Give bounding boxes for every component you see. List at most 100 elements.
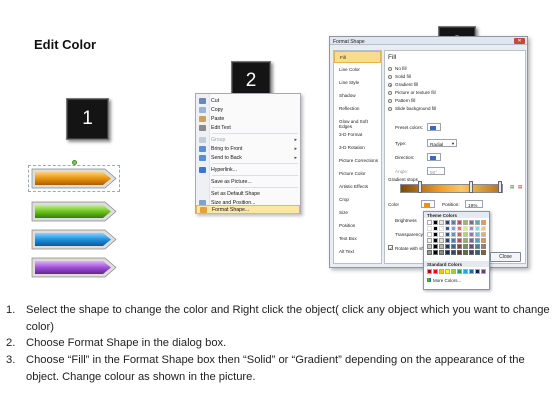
standard-color-swatch[interactable] [469,269,474,274]
arrow-shape-green[interactable] [31,201,117,222]
theme-color-swatch[interactable] [433,232,438,237]
theme-color-swatch[interactable] [439,244,444,249]
category-crop[interactable]: Crop [334,194,381,206]
theme-color-swatch[interactable] [439,220,444,225]
radio-slide-bg-fill[interactable] [388,107,392,111]
theme-color-swatch[interactable] [457,232,462,237]
category-alt-text[interactable]: Alt Text [334,246,381,258]
standard-color-swatch[interactable] [433,269,438,274]
menu-item-set-default-shape[interactable]: Set as Default Shape [196,189,300,198]
theme-color-swatch[interactable] [445,232,450,237]
theme-color-swatch[interactable] [457,238,462,243]
category-line-color[interactable]: Line Color [334,64,381,76]
standard-color-swatch[interactable] [481,269,486,274]
theme-color-swatch[interactable] [445,244,450,249]
menu-item-copy[interactable]: Copy [196,105,300,114]
theme-color-swatch[interactable] [469,232,474,237]
theme-color-swatch[interactable] [463,226,468,231]
theme-color-swatch[interactable] [475,250,480,255]
menu-item-save-as-picture[interactable]: Save as Picture... [196,177,300,186]
standard-color-swatch[interactable] [457,269,462,274]
radio-pattern-fill[interactable] [388,99,392,103]
category-3d-format[interactable]: 3-D Format [334,129,381,141]
arrow-shape-blue[interactable] [31,229,117,250]
radio-gradient-fill[interactable] [388,83,392,87]
menu-item-bring-to-front[interactable]: Bring to Front ▸ [196,144,300,153]
standard-color-swatch[interactable] [463,269,468,274]
category-picture-corrections[interactable]: Picture Corrections [334,155,381,167]
theme-color-swatch[interactable] [439,226,444,231]
radio-no-fill[interactable] [388,67,392,71]
theme-color-swatch[interactable] [481,220,486,225]
theme-color-swatch[interactable] [463,244,468,249]
theme-color-swatch[interactable] [427,250,432,255]
arrow-shape-purple[interactable] [31,257,117,278]
theme-color-swatch[interactable] [433,220,438,225]
theme-color-swatch[interactable] [457,220,462,225]
close-icon[interactable]: ✕ [514,38,525,44]
theme-color-swatch[interactable] [457,244,462,249]
type-dropdown[interactable]: Radial ▼ [427,139,457,147]
theme-color-swatch[interactable] [445,238,450,243]
theme-color-swatch[interactable] [451,244,456,249]
theme-color-swatch[interactable] [439,232,444,237]
theme-color-swatch[interactable] [469,220,474,225]
theme-color-swatch[interactable] [451,226,456,231]
theme-color-swatch[interactable] [481,232,486,237]
color-picker-button[interactable] [421,200,435,208]
add-stop-icon[interactable]: ▤ [510,184,514,190]
theme-color-swatch[interactable] [433,244,438,249]
theme-color-swatch[interactable] [469,226,474,231]
menu-item-group[interactable]: Group ▸ [196,135,300,144]
theme-color-swatch[interactable] [427,232,432,237]
remove-stop-icon[interactable]: ▤ [518,184,522,190]
direction-dropdown[interactable] [427,153,441,161]
theme-color-swatch[interactable] [463,220,468,225]
theme-color-swatch[interactable] [481,250,486,255]
theme-color-swatch[interactable] [481,226,486,231]
menu-item-paste[interactable]: Paste [196,114,300,123]
theme-color-swatch[interactable] [475,244,480,249]
category-reflection[interactable]: Reflection [334,103,381,115]
category-glow[interactable]: Glow and Soft Edges [334,116,381,129]
preset-colors-dropdown[interactable] [427,123,441,131]
theme-color-swatch[interactable] [433,226,438,231]
category-artistic-effects[interactable]: Artistic Effects [334,181,381,193]
theme-color-swatch[interactable] [439,250,444,255]
category-picture-color[interactable]: Picture Color [334,168,381,180]
theme-color-swatch[interactable] [433,238,438,243]
gradient-stop[interactable] [469,181,473,193]
menu-item-format-shape[interactable]: Format Shape... [196,205,300,214]
theme-color-swatch[interactable] [463,238,468,243]
category-position[interactable]: Position [334,220,381,232]
gradient-bar[interactable] [400,184,503,193]
theme-color-swatch[interactable] [445,220,450,225]
theme-color-swatch[interactable] [475,238,480,243]
theme-color-swatch[interactable] [463,250,468,255]
theme-color-swatch[interactable] [445,250,450,255]
theme-color-swatch[interactable] [427,238,432,243]
menu-item-edit-text[interactable]: Edit Text [196,123,300,132]
rotate-checkbox[interactable]: ✓ [388,245,393,251]
theme-color-swatch[interactable] [445,226,450,231]
theme-color-swatch[interactable] [451,250,456,255]
theme-color-swatch[interactable] [457,250,462,255]
theme-color-swatch[interactable] [469,250,474,255]
theme-color-swatch[interactable] [475,226,480,231]
theme-color-swatch[interactable] [451,220,456,225]
theme-color-swatch[interactable] [475,220,480,225]
radio-solid-fill[interactable] [388,75,392,79]
category-line-style[interactable]: Line Style [334,77,381,89]
menu-item-cut[interactable]: Cut [196,96,300,105]
category-size[interactable]: Size [334,207,381,219]
category-fill[interactable]: Fill [334,51,381,63]
theme-color-swatch[interactable] [469,244,474,249]
theme-color-swatch[interactable] [451,232,456,237]
close-button[interactable]: Close [490,252,521,262]
standard-color-swatch[interactable] [475,269,480,274]
standard-color-swatch[interactable] [445,269,450,274]
theme-color-swatch[interactable] [481,238,486,243]
category-text-box[interactable]: Text Box [334,233,381,245]
theme-color-swatch[interactable] [457,226,462,231]
standard-color-swatch[interactable] [439,269,444,274]
